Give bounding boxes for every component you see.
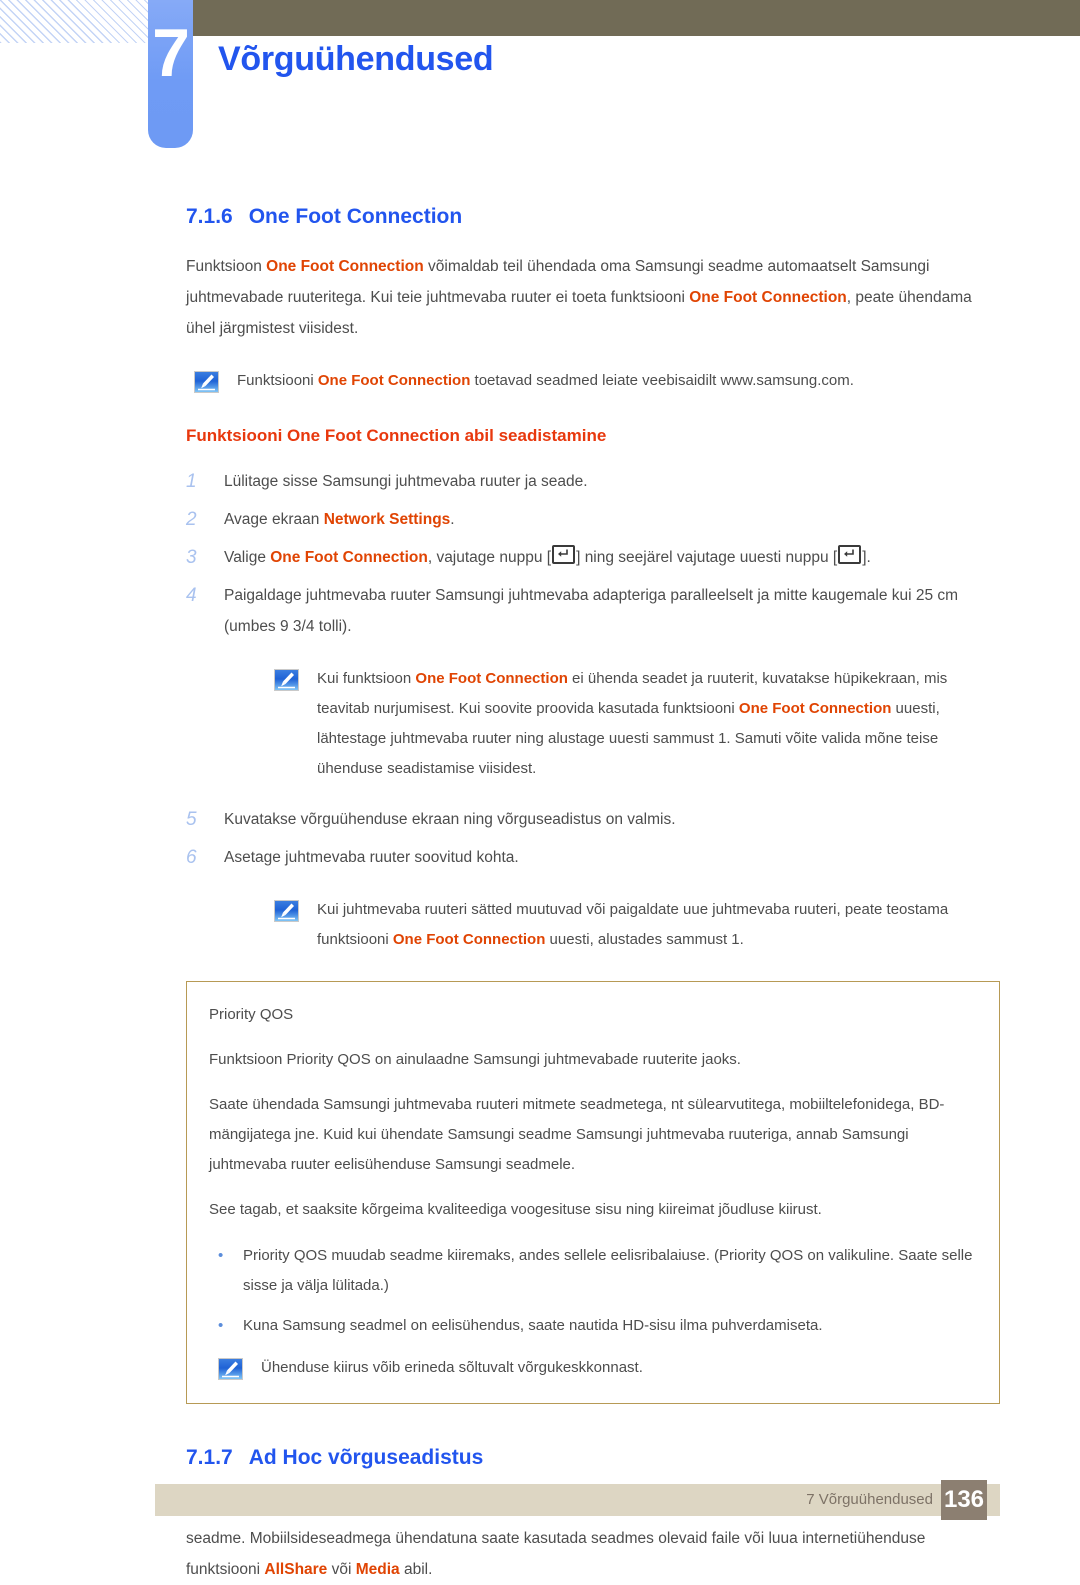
menu-name-network-settings: Network Settings	[323, 511, 451, 528]
step2-text-1: Avage ekraan	[224, 511, 324, 528]
qos-paragraph-2: Saate ühendada Samsungi juhtmevaba ruute…	[209, 1096, 945, 1173]
step-text: Paigaldage juhtmevaba ruuter Samsungi ju…	[224, 580, 1000, 642]
bullet-marker-icon: •	[218, 1247, 224, 1264]
steps-list-2: 5 Kuvatakse võrguühenduse ekraan ning võ…	[186, 804, 1000, 873]
feature-name-media: Media	[355, 1561, 400, 1578]
chapter-number: 7	[152, 15, 190, 91]
section-title: Ad Hoc võrguseadistus	[248, 1446, 484, 1469]
step-number: 2	[186, 509, 197, 530]
header-olive-bar	[193, 0, 1080, 36]
section-heading-717: 7.1.7 Ad Hoc võrguseadistus	[186, 1446, 1000, 1470]
step2-text-2: .	[450, 511, 455, 528]
step3-text-1: Valige	[224, 549, 271, 566]
priority-qos-box: Priority QOS Funktsioon Priority QOS on …	[186, 981, 1000, 1404]
page-number: 136	[941, 1480, 987, 1520]
s717-text-2: või	[327, 1561, 356, 1578]
section-number: 7.1.6	[186, 205, 233, 228]
note3-text-2: uuesti, alustades sammust 1.	[545, 931, 744, 948]
step-text: Asetage juhtmevaba ruuter soovitud kohta…	[224, 842, 1000, 873]
note-box-1: Funktsiooni One Foot Connection toetavad…	[194, 366, 1000, 396]
section-heading-716: 7.1.6 One Foot Connection	[186, 205, 1000, 229]
note-box-3-text: Kui juhtmevaba ruuteri sätted muutuvad v…	[317, 895, 1000, 955]
s717-text-3: abil.	[399, 1561, 433, 1578]
qos-paragraph-1: Funktsioon Priority QOS on ainulaadne Sa…	[209, 1051, 741, 1068]
qos-paragraph-3: See tagab, et saaksite kõrgeima kvalitee…	[209, 1201, 822, 1218]
feature-name-one-foot-connection: One Foot Connection	[689, 289, 847, 306]
step-number: 5	[186, 809, 197, 830]
step-text: Avage ekraan Network Settings.	[224, 504, 1000, 535]
bullet-text: Priority QOS muudab seadme kiiremaks, an…	[243, 1247, 973, 1294]
step4-text: Paigaldage juhtmevaba ruuter Samsungi ju…	[224, 587, 959, 635]
step3-text-2: , vajutage nuppu [	[427, 549, 552, 566]
step-item: 5 Kuvatakse võrguühenduse ekraan ning võ…	[186, 804, 1000, 835]
step-number: 1	[186, 471, 197, 492]
step3-text-3: ] ning seejärel vajutage uuesti nuppu [	[576, 549, 838, 566]
footer-chapter-label: 7 Võrguühendused	[806, 1491, 933, 1508]
note-pencil-icon	[274, 900, 299, 922]
step-item: 2 Avage ekraan Network Settings.	[186, 504, 1000, 535]
note-box-2-text: Kui funktsioon One Foot Connection ei üh…	[317, 664, 1000, 784]
step-text: Lülitage sisse Samsungi juhtmevaba ruute…	[224, 466, 1000, 497]
subheading-setup: Funktsiooni One Foot Connection abil sea…	[186, 426, 607, 445]
feature-name-one-foot-connection: One Foot Connection	[415, 670, 568, 687]
step-number: 4	[186, 585, 197, 606]
step-text: Valige One Foot Connection, vajutage nup…	[224, 542, 1000, 573]
note-box-1-text: Funktsiooni One Foot Connection toetavad…	[237, 366, 1000, 396]
step-item: 3 Valige One Foot Connection, vajutage n…	[186, 542, 1000, 573]
step-item: 4 Paigaldage juhtmevaba ruuter Samsungi …	[186, 580, 1000, 642]
feature-name-one-foot-connection: One Foot Connection	[266, 258, 424, 275]
section-716-intro: Funktsioon One Foot Connection võimaldab…	[186, 251, 1000, 344]
page-content: 7.1.6 One Foot Connection Funktsioon One …	[186, 205, 1000, 1585]
step-item: 6 Asetage juhtmevaba ruuter soovitud koh…	[186, 842, 1000, 873]
note-pencil-icon	[194, 371, 219, 393]
qos-title: Priority QOS	[209, 1006, 294, 1023]
enter-key-icon	[838, 545, 862, 564]
chapter-title: Võrguühendused	[218, 40, 494, 78]
step1-text: Lülitage sisse Samsungi juhtmevaba ruute…	[224, 473, 588, 490]
feature-name-one-foot-connection: One Foot Connection	[317, 372, 471, 389]
section-title: One Foot Connection	[248, 205, 463, 228]
qos-bullet-list: • Priority QOS muudab seadme kiiremaks, …	[209, 1241, 977, 1341]
step3-text-4: ].	[862, 549, 871, 566]
step-text: Kuvatakse võrguühenduse ekraan ning võrg…	[224, 804, 1000, 835]
step-item: 1 Lülitage sisse Samsungi juhtmevaba ruu…	[186, 466, 1000, 497]
page-header: 7 Võrguühendused	[0, 0, 1080, 175]
step5-text: Kuvatakse võrguühenduse ekraan ning võrg…	[224, 811, 676, 828]
note-pencil-icon	[218, 1358, 243, 1380]
steps-list-1: 1 Lülitage sisse Samsungi juhtmevaba ruu…	[186, 466, 1000, 642]
intro-text-1: Funktsioon	[186, 258, 267, 275]
note2-text-1: Kui funktsioon	[317, 670, 416, 687]
bullet-text: Kuna Samsung seadmel on eelisühendus, sa…	[243, 1317, 823, 1334]
note1-text-1: Funktsiooni	[237, 372, 318, 389]
note1-text-2: toetavad seadmed leiate veebisaidilt www…	[470, 372, 854, 389]
section-number: 7.1.7	[186, 1446, 233, 1469]
step-number: 3	[186, 547, 197, 568]
note-box-2: Kui funktsioon One Foot Connection ei üh…	[274, 664, 1000, 784]
note-pencil-icon	[274, 669, 299, 691]
note-box-4-text: Ühenduse kiirus võib erineda sõltuvalt v…	[261, 1359, 643, 1376]
note-box-4: Ühenduse kiirus võib erineda sõltuvalt v…	[218, 1353, 977, 1383]
feature-name-one-foot-connection: One Foot Connection	[270, 549, 428, 566]
step-number: 6	[186, 847, 197, 868]
enter-key-icon	[552, 545, 576, 564]
page-footer: 7 Võrguühendused 136	[155, 1480, 1000, 1520]
feature-name-one-foot-connection: One Foot Connection	[738, 700, 892, 717]
hatch-decoration	[0, 0, 150, 43]
list-item: • Priority QOS muudab seadme kiiremaks, …	[209, 1241, 977, 1301]
step6-text: Asetage juhtmevaba ruuter soovitud kohta…	[224, 849, 519, 866]
bullet-marker-icon: •	[218, 1317, 224, 1334]
feature-name-allshare: AllShare	[264, 1561, 328, 1578]
feature-name-one-foot-connection: One Foot Connection	[392, 931, 546, 948]
note-box-3: Kui juhtmevaba ruuteri sätted muutuvad v…	[274, 895, 1000, 955]
list-item: • Kuna Samsung seadmel on eelisühendus, …	[209, 1311, 977, 1341]
